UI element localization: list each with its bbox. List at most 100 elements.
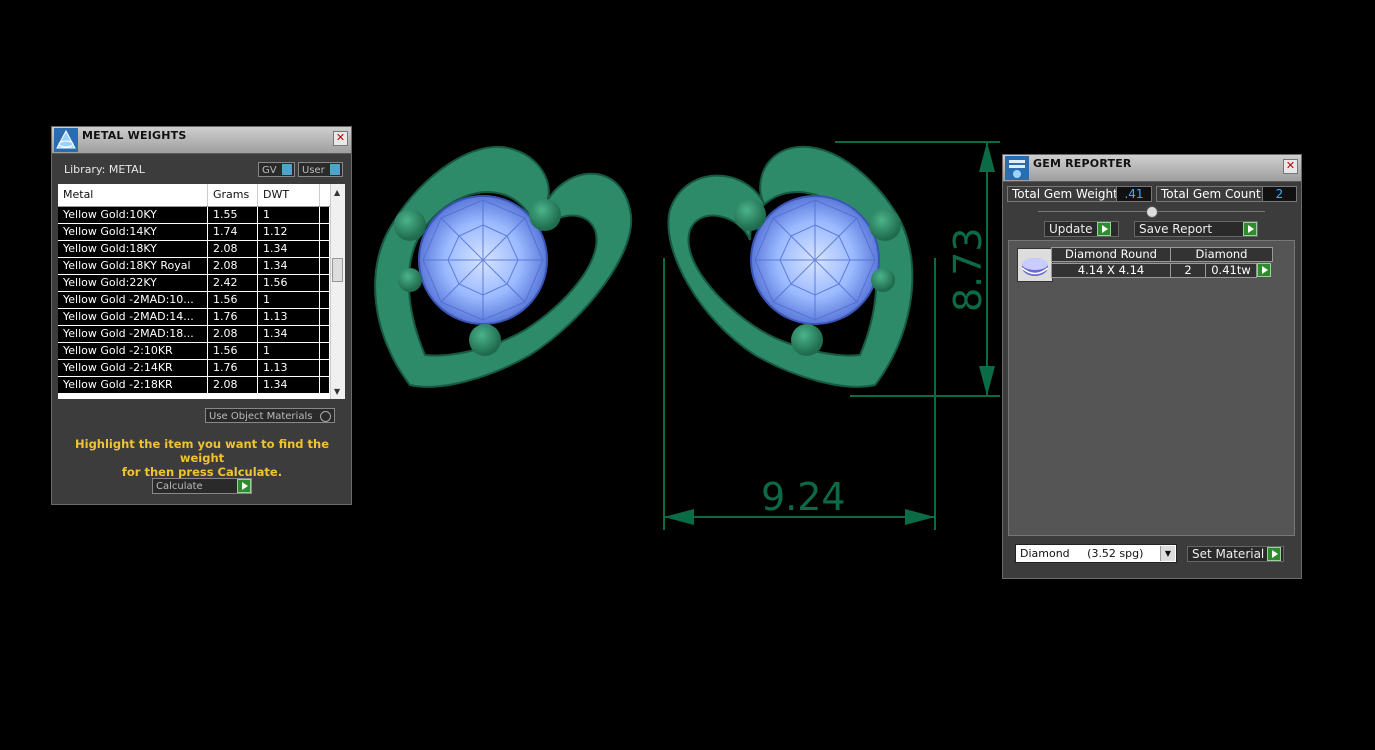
- scroll-thumb[interactable]: [332, 258, 343, 282]
- left-prong-2: [529, 199, 561, 231]
- gem-reporter-titlebar[interactable]: GEM REPORTER ✕: [1003, 155, 1301, 182]
- metal-name-cell: Yellow Gold -2MAD:18...: [58, 326, 208, 342]
- dwt-cell: 1: [258, 343, 320, 359]
- material-select[interactable]: Diamond (3.52 spg) ▼: [1015, 544, 1177, 563]
- gem-material-cell[interactable]: Diamond: [1170, 247, 1273, 262]
- instruction-text: Highlight the item you want to find the …: [62, 437, 342, 479]
- grams-cell: 1.56: [208, 292, 258, 308]
- grams-cell: 1.55: [208, 207, 258, 223]
- height-dimension-label: 8.73: [946, 227, 990, 312]
- grams-cell: 2.42: [208, 275, 258, 291]
- table-row[interactable]: Yellow Gold -2:14KR 1.76 1.13: [58, 360, 345, 377]
- metal-name-cell: Yellow Gold:22KY: [58, 275, 208, 291]
- gem-thumbnail[interactable]: [1017, 248, 1053, 282]
- calculate-play-icon[interactable]: [237, 479, 251, 493]
- scroll-down-icon[interactable]: ▼: [334, 387, 340, 396]
- user-label: User: [302, 165, 325, 176]
- use-object-materials-toggle[interactable]: Use Object Materials: [205, 408, 335, 423]
- gem-size-cell[interactable]: 4.14 X 4.14: [1051, 263, 1171, 278]
- gem-shape-cell[interactable]: Diamond Round: [1051, 247, 1171, 262]
- right-earring: [667, 145, 914, 388]
- gem-reporter-title: GEM REPORTER: [1033, 157, 1132, 170]
- total-gem-count-value: 2: [1262, 186, 1297, 202]
- table-row[interactable]: Yellow Gold -2MAD:18... 2.08 1.34: [58, 326, 345, 343]
- metal-weights-panel: METAL WEIGHTS ✕ Library: METAL GV User M…: [51, 126, 352, 505]
- table-row[interactable]: Yellow Gold:18KY Royal 2.08 1.34: [58, 258, 345, 275]
- metal-name-cell: Yellow Gold:10KY: [58, 207, 208, 223]
- column-header-dwt[interactable]: DWT: [258, 184, 320, 206]
- grams-cell: 2.08: [208, 241, 258, 257]
- left-gem-facets: [422, 199, 544, 321]
- gv-toggle-icon: [282, 164, 292, 175]
- material-select-value: Diamond (3.52 spg): [1020, 547, 1144, 560]
- grams-cell: 2.08: [208, 326, 258, 342]
- instruction-line-2: for then press Calculate.: [121, 465, 283, 479]
- metal-weights-titlebar[interactable]: METAL WEIGHTS ✕: [52, 127, 351, 154]
- dwt-cell: 1.12: [258, 224, 320, 240]
- metal-table-scrollbar[interactable]: ▲ ▼: [330, 184, 345, 399]
- right-prong-4: [871, 268, 895, 292]
- total-gem-weight-value: .41: [1116, 186, 1152, 202]
- gem-reporter-logo-icon: [1005, 156, 1029, 180]
- column-header-metal[interactable]: Metal: [58, 184, 208, 206]
- left-prong-3: [469, 324, 501, 356]
- metal-name-cell: Yellow Gold -2:18KR: [58, 377, 208, 393]
- table-row[interactable]: Yellow Gold -2:18KR 2.08 1.34: [58, 377, 345, 394]
- table-row[interactable]: Yellow Gold:18KY 2.08 1.34: [58, 241, 345, 258]
- column-header-grams[interactable]: Grams: [208, 184, 258, 206]
- update-play-icon[interactable]: [1097, 222, 1111, 236]
- gem-reporter-close-icon[interactable]: ✕: [1283, 159, 1298, 174]
- metal-table[interactable]: Metal Grams DWT Yellow Gold:10KY 1.55 1 Yel…: [58, 184, 345, 399]
- set-material-play-icon[interactable]: [1267, 547, 1281, 561]
- user-toggle[interactable]: User: [298, 162, 343, 177]
- metal-name-cell: Yellow Gold -2MAD:10...: [58, 292, 208, 308]
- grams-cell: 1.56: [208, 343, 258, 359]
- table-row[interactable]: Yellow Gold:22KY 2.42 1.56: [58, 275, 345, 292]
- grams-cell: 1.74: [208, 224, 258, 240]
- table-row[interactable]: Yellow Gold -2:10KR 1.56 1: [58, 343, 345, 360]
- use-object-materials-label: Use Object Materials: [209, 411, 313, 422]
- gem-weight-cell[interactable]: 0.41tw: [1205, 263, 1257, 278]
- gv-toggle[interactable]: GV: [258, 162, 295, 177]
- table-row[interactable]: Yellow Gold:14KY 1.74 1.12: [58, 224, 345, 241]
- metal-name-cell: Yellow Gold -2:14KR: [58, 360, 208, 376]
- chevron-down-icon[interactable]: ▼: [1160, 546, 1175, 561]
- model-viewport[interactable]: 8.73 9.24: [355, 120, 1000, 540]
- width-dimension-label: 9.24: [761, 475, 846, 519]
- save-report-button[interactable]: Save Report: [1134, 221, 1258, 237]
- left-prong-4: [398, 268, 422, 292]
- row-spacer: [320, 241, 330, 257]
- gem-reporter-panel: GEM REPORTER ✕ Total Gem Weight .41 Tota…: [1002, 154, 1302, 579]
- row-spacer: [320, 326, 330, 342]
- scroll-up-icon[interactable]: ▲: [334, 188, 340, 197]
- metal-name-cell: Yellow Gold:18KY Royal: [58, 258, 208, 274]
- dwt-cell: 1.13: [258, 309, 320, 325]
- dwt-cell: 1.34: [258, 258, 320, 274]
- splitter-handle-icon[interactable]: [1146, 206, 1158, 218]
- gem-count-cell[interactable]: 2: [1170, 263, 1206, 278]
- dwt-cell: 1.13: [258, 360, 320, 376]
- dwt-cell: 1: [258, 292, 320, 308]
- row-spacer: [320, 275, 330, 291]
- gv-label: GV: [262, 165, 277, 176]
- right-prong-3: [791, 324, 823, 356]
- set-material-label: Set Material: [1192, 547, 1265, 561]
- metal-weights-close-icon[interactable]: ✕: [333, 131, 348, 146]
- round-diamond-icon: [1021, 258, 1049, 276]
- row-spacer: [320, 292, 330, 308]
- save-report-play-icon[interactable]: [1243, 222, 1257, 236]
- metal-name-cell: Yellow Gold -2MAD:14...: [58, 309, 208, 325]
- table-row[interactable]: Yellow Gold -2MAD:10... 1.56 1: [58, 292, 345, 309]
- left-earring: [374, 145, 633, 388]
- gem-row-play-icon[interactable]: [1257, 263, 1271, 277]
- table-row[interactable]: Yellow Gold -2MAD:14... 1.76 1.13: [58, 309, 345, 326]
- grams-cell: 2.08: [208, 377, 258, 393]
- table-row[interactable]: Yellow Gold:10KY 1.55 1: [58, 207, 345, 224]
- metal-name-cell: Yellow Gold:14KY: [58, 224, 208, 240]
- right-prong-2: [869, 209, 901, 241]
- metal-name-cell: Yellow Gold -2:10KR: [58, 343, 208, 359]
- metal-weights-logo-icon: [54, 128, 78, 152]
- row-spacer: [320, 343, 330, 359]
- dwt-cell: 1.34: [258, 241, 320, 257]
- row-spacer: [320, 360, 330, 376]
